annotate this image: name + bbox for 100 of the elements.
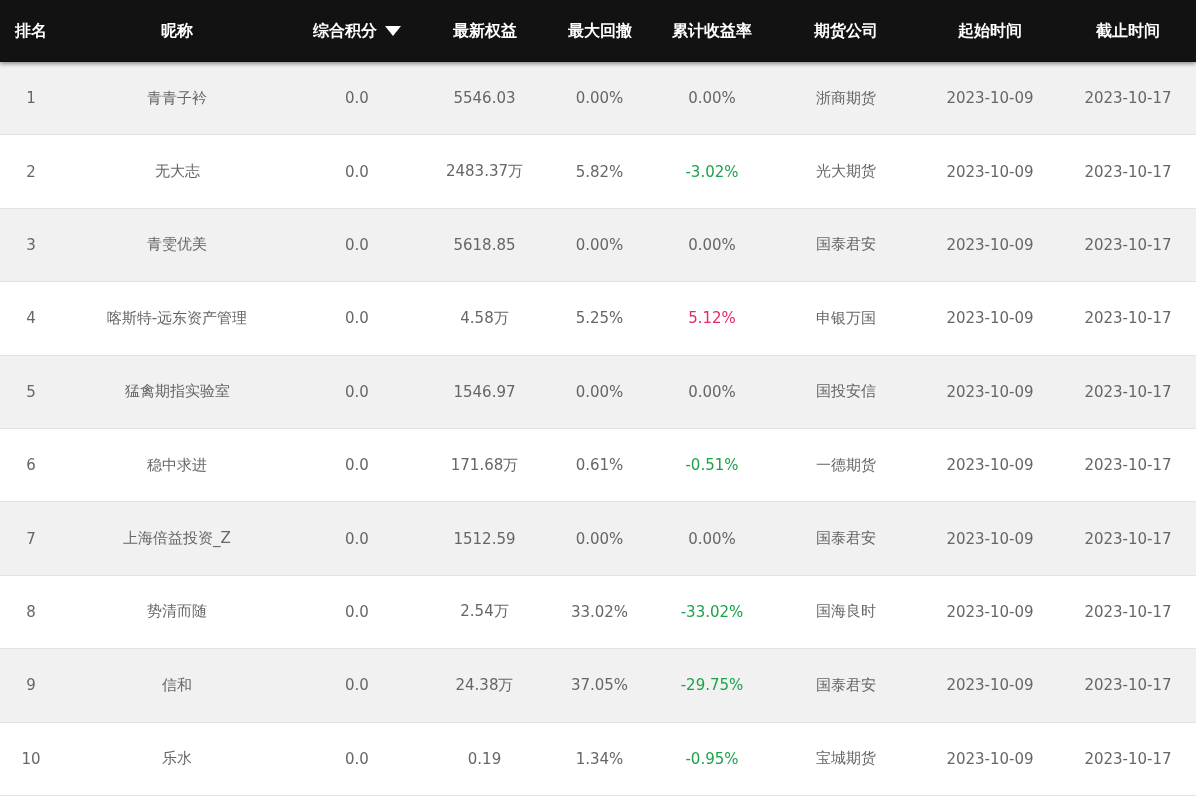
company-cell: 一德期货 [816,455,876,475]
sort-descending-icon [385,26,401,36]
equity-cell: 5618.85 [453,235,516,254]
drawdown-cell: 0.00% [575,529,624,548]
start-date-cell: 2023-10-09 [946,456,1034,475]
start-date-cell: 2023-10-09 [946,89,1034,108]
nickname-cell: 青雯优美 [147,235,207,255]
return-cell: 0.00% [688,382,736,401]
end-date-cell: 2023-10-17 [1084,309,1172,328]
start-date-cell: 2023-10-09 [946,235,1034,254]
company-cell: 国泰君安 [816,529,876,549]
rank-cell: 3 [26,235,36,254]
equity-cell: 1546.97 [453,382,516,401]
column-header[interactable]: 最大回撤 [567,18,632,44]
return-cell: 0.00% [688,529,736,548]
end-date-cell: 2023-10-17 [1084,602,1172,621]
nickname-cell: 稳中求进 [147,455,207,475]
nickname-cell: 上海倍益投资_Z [123,529,231,549]
nickname-cell: 无大志 [154,162,200,182]
column-header[interactable]: 累计收益率 [672,18,752,44]
drawdown-cell: 0.61% [575,456,624,475]
return-cell: 0.00% [688,89,736,108]
equity-cell: 24.38万 [455,675,514,695]
score-cell: 0.0 [345,382,369,401]
company-cell: 国海良时 [816,602,876,622]
end-date-cell: 2023-10-17 [1084,89,1172,108]
rank-cell: 6 [26,456,36,475]
equity-cell: 1512.59 [453,529,516,548]
drawdown-cell: 0.00% [575,89,624,108]
company-cell: 宝城期货 [816,749,876,769]
start-date-cell: 2023-10-09 [946,529,1034,548]
score-cell: 0.0 [345,89,369,108]
rank-cell: 8 [26,602,36,621]
rank-cell: 4 [26,309,36,328]
rank-cell: 10 [21,749,41,768]
return-cell: -0.95% [685,749,739,768]
nickname-cell: 乐水 [162,749,192,769]
rank-cell: 9 [26,676,36,695]
return-cell: -0.51% [685,456,739,475]
column-header[interactable]: 排名 [15,18,47,44]
nickname-cell: 势清而随 [147,602,207,622]
end-date-cell: 2023-10-17 [1084,676,1172,695]
score-cell: 0.0 [345,162,369,181]
nickname-cell: 青青子衿 [147,88,207,108]
score-cell: 0.0 [345,456,369,475]
score-cell: 0.0 [345,676,369,695]
drawdown-cell: 37.05% [570,676,629,695]
score-cell: 0.0 [345,309,369,328]
equity-cell: 5546.03 [453,89,516,108]
rank-cell: 2 [26,162,36,181]
end-date-cell: 2023-10-17 [1084,456,1172,475]
rank-cell: 7 [26,529,36,548]
column-header[interactable]: 昵称 [161,18,193,44]
equity-cell: 0.19 [467,749,502,768]
company-cell: 浙商期货 [816,88,876,108]
start-date-cell: 2023-10-09 [946,162,1034,181]
return-cell: -33.02% [680,602,744,621]
start-date-cell: 2023-10-09 [946,749,1034,768]
start-date-cell: 2023-10-09 [946,676,1034,695]
drawdown-cell: 1.34% [575,749,624,768]
return-cell: 5.12% [688,309,736,328]
score-cell: 0.0 [345,529,369,548]
rank-cell: 5 [26,382,36,401]
equity-cell: 4.58万 [460,308,509,328]
score-cell: 0.0 [345,602,369,621]
column-header[interactable]: 期货公司 [814,18,878,44]
end-date-cell: 2023-10-17 [1084,235,1172,254]
company-cell: 国泰君安 [816,235,876,255]
drawdown-cell: 5.82% [575,162,624,181]
end-date-cell: 2023-10-17 [1084,749,1172,768]
equity-cell: 171.68万 [450,455,519,475]
end-date-cell: 2023-10-17 [1084,529,1172,548]
nickname-cell: 喀斯特-远东资产管理 [106,308,248,328]
start-date-cell: 2023-10-09 [946,309,1034,328]
company-cell: 申银万国 [816,308,876,328]
score-cell: 0.0 [345,235,369,254]
drawdown-cell: 33.02% [570,602,629,621]
end-date-cell: 2023-10-17 [1084,382,1172,401]
return-cell: -29.75% [680,676,744,695]
start-date-cell: 2023-10-09 [946,602,1034,621]
end-date-cell: 2023-10-17 [1084,162,1172,181]
nickname-cell: 信和 [162,675,192,695]
rank-cell: 1 [26,89,36,108]
score-cell: 0.0 [345,749,369,768]
column-header[interactable]: 截止时间 [1096,18,1160,44]
column-header[interactable]: 起始时间 [958,18,1022,44]
drawdown-cell: 0.00% [575,382,624,401]
equity-cell: 2483.37万 [446,162,523,182]
column-header[interactable]: 综合积分 [313,18,401,44]
return-cell: -3.02% [685,162,739,181]
company-cell: 光大期货 [816,162,876,182]
company-cell: 国泰君安 [816,675,876,695]
drawdown-cell: 0.00% [575,235,624,254]
equity-cell: 2.54万 [460,602,509,622]
column-header[interactable]: 最新权益 [452,18,517,44]
start-date-cell: 2023-10-09 [946,382,1034,401]
company-cell: 国投安信 [816,382,876,402]
return-cell: 0.00% [688,235,736,254]
drawdown-cell: 5.25% [575,309,624,328]
nickname-cell: 猛禽期指实验室 [124,382,230,402]
